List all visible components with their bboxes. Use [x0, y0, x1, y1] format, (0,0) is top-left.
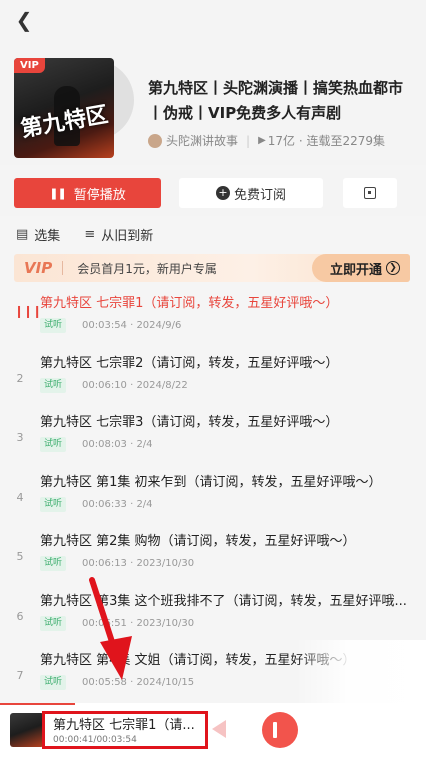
action-bar: ❚❚ 暂停播放 + 免费订阅 — [0, 170, 426, 216]
episode-meta: 00:06:10 · 2024/8/22 — [82, 379, 188, 391]
player-pause-button[interactable] — [262, 712, 298, 748]
play-count-icon: ▶ — [258, 135, 266, 146]
mini-player[interactable]: 第九特区 七宗罪1（请... 00:00:41/00:03:54 — [0, 703, 426, 758]
author-name[interactable]: 头陀渊讲故事 — [166, 132, 238, 149]
episode-title[interactable]: 第九特区 七宗罪1（请订阅，转发，五星好评哦～） — [40, 292, 412, 311]
episode-index: 3 — [16, 431, 24, 444]
select-label: 选集 — [34, 228, 61, 244]
episode-meta: 00:06:33 · 2/4 — [82, 498, 153, 510]
vip-open-button[interactable]: 立即开通 ❯ — [311, 254, 410, 282]
episode-index: 5 — [16, 550, 24, 563]
player-progress-bar — [0, 703, 75, 705]
vip-logo: VIP — [24, 259, 53, 277]
episode-title[interactable]: 第九特区 七宗罪2（请订阅，转发，五星好评哦～） — [40, 352, 412, 371]
episode-meta: 00:06:13 · 2023/10/30 — [82, 558, 195, 569]
episode-meta: 00:03:54 · 2024/9/6 — [82, 320, 182, 331]
episode-title[interactable]: 第九特区 第1集 初来乍到（请订阅，转发，五星好评哦～） — [40, 471, 412, 490]
episode-index: 7 — [16, 669, 24, 682]
trial-badge: 试听 — [40, 318, 67, 333]
episode-meta: 00:08:03 · 2/4 — [82, 439, 153, 450]
back-icon[interactable]: ❮ — [12, 8, 36, 32]
trial-badge: 试听 — [40, 437, 67, 452]
subscribe-button[interactable]: + 免费订阅 — [179, 178, 323, 208]
meta-dot: · — [295, 133, 307, 148]
trial-badge: 试听 — [40, 377, 67, 393]
trial-badge: 试听 — [40, 615, 67, 631]
scan-button[interactable] — [343, 178, 397, 208]
sort-icon: ≡ — [84, 226, 96, 242]
episode-title[interactable]: 第九特区 第2集 购物（请订阅，转发，五星好评哦～） — [40, 530, 412, 549]
trial-badge: 试听 — [40, 675, 67, 690]
vip-divider — [62, 261, 64, 275]
episode-index: 4 — [16, 490, 24, 504]
episode-meta: 00:05:58 · 2024/10/15 — [82, 677, 195, 688]
sort-label: 从旧到新 — [101, 228, 154, 244]
sort-button[interactable]: ≡ 从旧到新 — [84, 225, 153, 244]
episode-row[interactable]: 4 第九特区 第1集 初来乍到（请订阅，转发，五星好评哦～） 试听 00:06:33 … — [0, 465, 426, 525]
album-meta: 头陀渊讲故事 | ▶ 17亿 · 连载至2279集 — [148, 132, 418, 149]
episode-title[interactable]: 第九特区 七宗罪3（请订阅，转发，五星好评哦～） — [40, 411, 412, 430]
album-header: VIP 第九特区 第九特区丨头陀渊演播丨搞笑热血都市丨伪戒丨VIP免费多人有声剧… — [0, 40, 426, 165]
pause-button[interactable]: ❚❚ 暂停播放 — [14, 178, 161, 208]
player-cover[interactable] — [10, 713, 44, 747]
meta-divider: | — [246, 133, 251, 148]
triangle-marker-icon — [212, 720, 226, 738]
play-count: 17亿 — [267, 134, 296, 148]
episode-row[interactable]: 3 第九特区 七宗罪3（请订阅，转发，五星好评哦～） 试听 00:08:03 · 2/… — [0, 405, 426, 465]
trial-badge: 试听 — [40, 556, 67, 571]
episode-row[interactable]: 5 第九特区 第2集 购物（请订阅，转发，五星好评哦～） 试听 00:06:13 · … — [0, 524, 426, 584]
pause-icon: ❚❚ — [49, 186, 66, 200]
vip-promo-text: 会员首月1元，新用户专属 — [77, 261, 217, 276]
episode-row[interactable]: 2 第九特区 七宗罪2（请订阅，转发，五星好评哦～） 试听 00:06:10 · 20… — [0, 346, 426, 406]
author-avatar-icon — [148, 133, 162, 148]
pause-label: 暂停播放 — [73, 187, 126, 203]
scan-icon — [364, 187, 376, 199]
annotation-highlight-box — [42, 711, 208, 749]
select-episodes-button[interactable]: ▤ 选集 — [16, 225, 60, 244]
top-bar: ❮ — [0, 0, 426, 40]
update-status: 连载至2279集 — [306, 134, 386, 148]
list-header: ▤ 选集 ≡ 从旧到新 — [0, 216, 426, 252]
vip-badge: VIP — [14, 58, 45, 73]
episode-row[interactable]: ❙❙❙ 第九特区 七宗罪1（请订阅，转发，五星好评哦～） 试听 00:03:54 · … — [0, 286, 426, 346]
album-cover[interactable]: VIP 第九特区 — [14, 58, 114, 158]
episode-title[interactable]: 第九特区 第3集 这个班我排不了（请订阅，转发，五星好评哦... — [40, 590, 412, 609]
now-playing-icon: ❙❙❙ — [14, 304, 42, 318]
plus-circle-icon: + — [215, 186, 230, 200]
vip-cta-label: 立即开通 — [329, 262, 382, 278]
document-icon: ▤ — [16, 226, 29, 242]
trial-badge: 试听 — [40, 496, 67, 512]
vip-banner[interactable]: VIP 会员首月1元，新用户专属 立即开通 ❯ — [14, 254, 410, 282]
episode-meta: 00:06:51 · 2023/10/30 — [82, 617, 195, 629]
episode-row[interactable]: 6 第九特区 第3集 这个班我排不了（请订阅，转发，五星好评哦... 试听 00:06… — [0, 584, 426, 644]
album-title: 第九特区丨头陀渊演播丨搞笑热血都市丨伪戒丨VIP免费多人有声剧 — [148, 79, 404, 122]
episode-index: 2 — [16, 371, 24, 385]
subscribe-label: 免费订阅 — [233, 187, 286, 203]
chevron-right-icon: ❯ — [386, 261, 400, 275]
episode-index: 6 — [16, 609, 24, 623]
